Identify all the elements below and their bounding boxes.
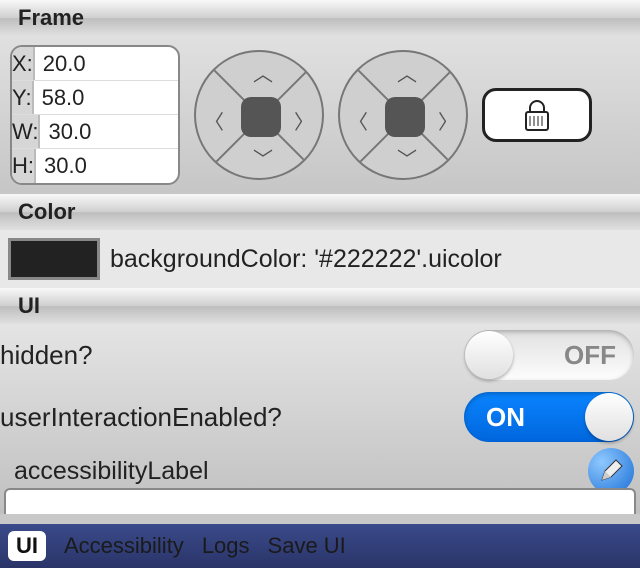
chevron-right-icon[interactable]: 〉 (438, 106, 458, 135)
coord-row-x: X: (12, 47, 178, 81)
section-header-frame: Frame (0, 0, 640, 36)
frame-panel: X: Y: W: H: ︿ ﹀ 〈 〉 ︿ ﹀ (0, 36, 640, 194)
chevron-down-icon[interactable]: ﹀ (397, 143, 417, 172)
chevron-down-icon[interactable]: ﹀ (253, 143, 273, 172)
color-panel: backgroundColor: '#222222'.uicolor (0, 230, 640, 288)
hidden-row: hidden? OFF (0, 324, 640, 386)
coord-row-h: H: (12, 149, 178, 183)
chevron-left-icon[interactable]: 〈 (204, 106, 224, 135)
interaction-row: userInteractionEnabled? ON (0, 386, 640, 448)
hidden-toggle[interactable]: OFF (464, 330, 634, 380)
coord-input-h[interactable] (36, 149, 180, 183)
hidden-label: hidden? (0, 340, 464, 371)
interaction-toggle[interactable]: ON (464, 392, 634, 442)
position-dpad[interactable]: ︿ ﹀ 〈 〉 (194, 50, 324, 180)
coord-row-y: Y: (12, 81, 178, 115)
toggle-text-off: OFF (564, 340, 616, 371)
coord-label-y: Y: (12, 81, 34, 114)
chevron-up-icon[interactable]: ︿ (253, 58, 273, 87)
coord-row-w: W: (12, 115, 178, 149)
coord-input-y[interactable] (34, 81, 180, 114)
pen-icon (598, 458, 624, 484)
dpad-center-icon (241, 97, 281, 137)
tab-logs[interactable]: Logs (202, 533, 250, 559)
accessibility-label: accessibilityLabel (6, 457, 209, 486)
chevron-up-icon[interactable]: ︿ (397, 58, 417, 87)
tab-ui[interactable]: UI (8, 531, 46, 561)
toggle-knob-icon (585, 393, 633, 441)
chevron-right-icon[interactable]: 〉 (294, 106, 314, 135)
coord-input-x[interactable] (35, 47, 180, 80)
toggle-text-on: ON (486, 402, 525, 433)
color-text: backgroundColor: '#222222'.uicolor (110, 245, 502, 274)
lock-button[interactable] (482, 88, 592, 142)
size-dpad[interactable]: ︿ ﹀ 〈 〉 (338, 50, 468, 180)
coord-label-x: X: (12, 47, 35, 80)
accessibility-input[interactable] (4, 488, 636, 514)
chevron-left-icon[interactable]: 〈 (348, 106, 368, 135)
coord-box: X: Y: W: H: (10, 45, 180, 185)
coord-input-w[interactable] (40, 115, 180, 148)
dpad-center-icon (385, 97, 425, 137)
color-swatch[interactable] (8, 238, 100, 280)
tab-bar: UI Accessibility Logs Save UI (0, 524, 640, 568)
section-header-color: Color (0, 194, 640, 230)
coord-label-w: W: (12, 115, 40, 148)
tab-accessibility[interactable]: Accessibility (64, 533, 184, 559)
coord-label-h: H: (12, 149, 36, 183)
lock-icon (522, 98, 552, 132)
ui-panel: hidden? OFF userInteractionEnabled? ON a… (0, 324, 640, 514)
interaction-label: userInteractionEnabled? (0, 402, 464, 433)
tab-save-ui[interactable]: Save UI (268, 533, 346, 559)
toggle-knob-icon (465, 331, 513, 379)
section-header-ui: UI (0, 288, 640, 324)
